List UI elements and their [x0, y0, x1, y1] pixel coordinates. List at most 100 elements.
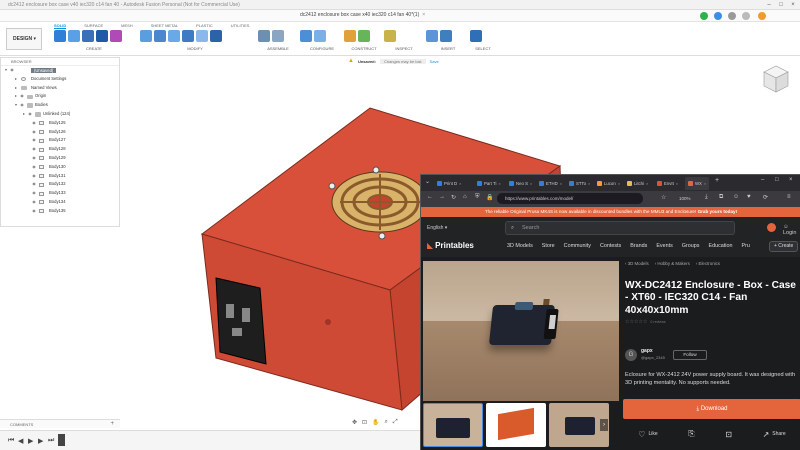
tab-sheet-metal[interactable]: SHEET METAL — [151, 23, 178, 29]
select-group[interactable]: SELECT — [470, 30, 496, 54]
notifications-icon[interactable] — [728, 12, 736, 20]
bookmark-icon[interactable]: ☆ — [661, 194, 666, 201]
promo-cta[interactable]: Grab yours today! — [698, 209, 738, 214]
nav-store[interactable]: Store — [542, 243, 555, 249]
maximize-icon[interactable]: □ — [775, 177, 779, 183]
create-group[interactable]: CREATE — [54, 30, 134, 54]
browser-tab[interactable]: Neo S × — [509, 178, 532, 188]
nav-groups[interactable]: Groups — [682, 243, 700, 249]
close-tab-icon[interactable]: × — [588, 181, 590, 186]
browser-tab[interactable]: STTo × — [569, 178, 590, 188]
as-built-joint-icon[interactable] — [272, 30, 284, 42]
zoom-icon[interactable]: ⌕ — [385, 419, 388, 429]
visibility-icon[interactable]: ◉ — [19, 92, 25, 101]
form-icon[interactable] — [110, 30, 122, 42]
press-pull-icon[interactable] — [140, 30, 152, 42]
browser-tab[interactable]: Lucon × — [597, 178, 620, 188]
timeline-start-icon[interactable]: ⏮ — [8, 437, 14, 445]
assemble-group[interactable]: ASSEMBLE — [258, 30, 298, 54]
configure-icon[interactable] — [300, 30, 312, 42]
pocket-icon[interactable]: ♥ — [747, 194, 751, 200]
visibility-icon[interactable]: ◉ — [31, 207, 37, 216]
tab-mesh[interactable]: MESH — [121, 23, 133, 29]
expand-icon[interactable]: ▸ — [13, 75, 19, 84]
bookmark-button[interactable]: ⎘ — [688, 423, 694, 445]
follow-button[interactable]: Follow — [673, 350, 707, 360]
tree-body-item[interactable]: ◉ Body130 — [1, 163, 119, 172]
tree-bodies[interactable]: ▾ ◉ Bodies — [1, 101, 119, 110]
shell-icon[interactable] — [182, 30, 194, 42]
browser-tab[interactable]: Part Ti × — [477, 178, 501, 188]
lock-icon[interactable]: 🔒 — [486, 194, 493, 201]
breadcrumb-item[interactable]: ‹ Hobby & Makers — [655, 261, 690, 266]
modify-group[interactable]: MODIFY — [140, 30, 250, 54]
close-tab-icon[interactable]: × — [618, 181, 620, 186]
minimize-icon[interactable]: – — [764, 1, 774, 9]
browser-tab-active[interactable]: WX × — [685, 177, 710, 190]
close-icon[interactable]: × — [788, 1, 798, 9]
nav-education[interactable]: Education — [708, 243, 732, 249]
author-name[interactable]: gapx — [641, 348, 653, 354]
close-tab-icon[interactable]: × — [676, 181, 678, 186]
nav-brands[interactable]: Brands — [630, 243, 647, 249]
visibility-icon[interactable]: ◉ — [31, 163, 37, 172]
nav-3d-models[interactable]: 3D Models — [507, 243, 533, 249]
new-tab-icon[interactable]: + — [715, 177, 719, 184]
tree-body-item[interactable]: ◉ Body128 — [1, 145, 119, 154]
extrude-icon[interactable] — [68, 30, 80, 42]
orbit-icon[interactable]: ✥ — [352, 419, 357, 429]
tab-solid[interactable]: SOLID — [54, 23, 67, 29]
new-component-icon[interactable] — [54, 30, 66, 42]
close-tab-icon[interactable]: × — [704, 181, 706, 186]
tree-body-item[interactable]: ◉ Body129 — [1, 154, 119, 163]
status-icon[interactable] — [700, 12, 708, 20]
model-main-image[interactable] — [423, 261, 619, 401]
pan-icon[interactable]: ✋ — [372, 419, 379, 429]
fillet-icon[interactable] — [154, 30, 166, 42]
browser-tab[interactable]: Litchi × — [627, 178, 648, 188]
visibility-icon[interactable]: ◉ — [31, 172, 37, 181]
close-tab-icon[interactable]: × — [459, 181, 461, 186]
tree-origin[interactable]: ▸ ◉ Origin — [1, 92, 119, 101]
timeline-back-icon[interactable]: ◀ — [18, 437, 23, 445]
timeline-end-icon[interactable]: ⏭ — [48, 437, 54, 445]
visibility-icon[interactable]: ◉ — [9, 66, 15, 75]
close-tab-icon[interactable]: × — [498, 181, 500, 186]
visibility-icon[interactable]: ◉ — [31, 145, 37, 154]
thumbnail-1[interactable] — [423, 403, 483, 447]
tab-surface[interactable]: SURFACE — [84, 23, 103, 29]
printables-logo[interactable]: ◣ Printables — [427, 241, 474, 250]
visibility-icon[interactable]: ◉ — [27, 110, 33, 119]
home-icon[interactable]: ⌂ — [463, 194, 467, 200]
like-button[interactable]: ♡ Like — [638, 423, 657, 445]
hole-icon[interactable] — [96, 30, 108, 42]
document-tab[interactable]: dc2412 enclosure box case x40 iec320 c14… — [300, 12, 425, 18]
profile-avatar[interactable] — [758, 12, 766, 20]
visibility-icon[interactable]: ◉ — [31, 154, 37, 163]
joint-icon[interactable] — [258, 30, 270, 42]
tree-root[interactable]: ▾ ◉ (Unsaved) — [1, 66, 119, 75]
axis-icon[interactable] — [358, 30, 370, 42]
look-at-icon[interactable]: ⊡ — [362, 419, 367, 429]
tree-body-item[interactable]: ◉ Body127 — [1, 136, 119, 145]
comments-bar[interactable]: COMMENTS + — [0, 419, 120, 428]
view-cube-icon[interactable] — [758, 62, 792, 96]
nav-contests[interactable]: Contests — [600, 243, 621, 249]
insert-image-icon[interactable] — [440, 30, 452, 42]
inspect-group[interactable]: INSPECT — [384, 30, 424, 54]
nav-prusa[interactable]: Pru — [741, 243, 749, 249]
share-button[interactable]: ↗ Share — [763, 423, 786, 445]
tree-body-item[interactable]: ◉ Body126 — [1, 128, 119, 137]
tree-body-item[interactable]: ◉ Body135 — [1, 207, 119, 216]
tab-utilities[interactable]: UTILITIES — [231, 23, 250, 29]
insert-group[interactable]: INSERT — [426, 30, 470, 54]
tree-document-settings[interactable]: ▸ Document Settings — [1, 75, 119, 84]
timeline-forward-icon[interactable]: ▶ — [38, 437, 43, 445]
visibility-icon[interactable]: ◉ — [31, 189, 37, 198]
download-button[interactable]: ⤓ Download — [623, 399, 800, 419]
url-bar[interactable]: https://www.printables.com/model/ — [497, 193, 643, 204]
avatar[interactable]: G — [625, 349, 637, 361]
insert-derive-icon[interactable] — [426, 30, 438, 42]
add-comment-icon[interactable]: + — [110, 420, 114, 429]
help-icon[interactable] — [742, 12, 750, 20]
